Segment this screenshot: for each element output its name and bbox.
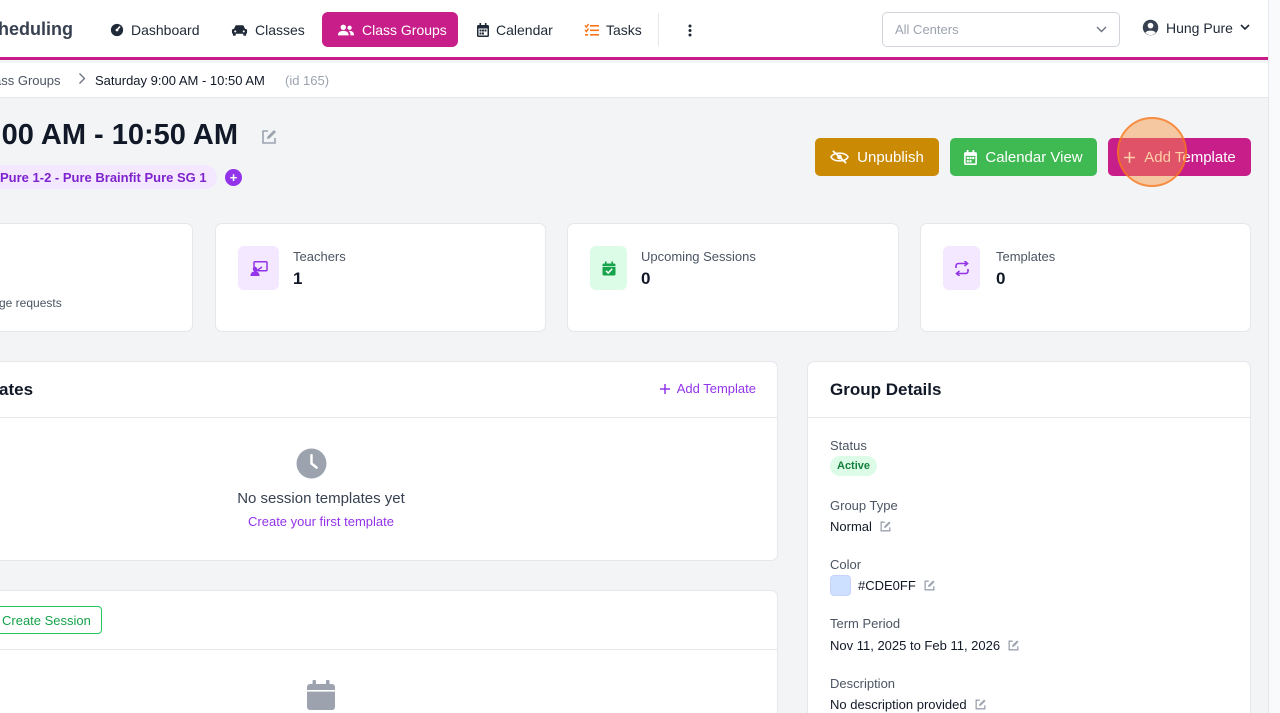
breadcrumb-current: Saturday 9:00 AM - 10:50 AM xyxy=(95,73,265,88)
sessions-panel: Create Session xyxy=(0,590,778,713)
nav-tasks[interactable]: Tasks xyxy=(574,12,652,47)
nav-calendar-label: Calendar xyxy=(496,21,553,38)
eye-slash-icon xyxy=(830,150,850,164)
color-value: #CDE0FF xyxy=(830,575,936,596)
nav-dashboard[interactable]: Dashboard xyxy=(100,12,210,47)
dashboard-icon xyxy=(110,23,124,36)
calendar-view-label: Calendar View xyxy=(985,148,1083,166)
stat-card-upcoming: Upcoming Sessions 0 xyxy=(567,223,899,332)
edit-icon[interactable] xyxy=(923,579,936,592)
templates-panel: ates Add Template No session templates y… xyxy=(0,361,778,561)
center-select-value: All Centers xyxy=(895,22,959,37)
plus-icon xyxy=(1124,151,1136,163)
nav-classes-label: Classes xyxy=(255,21,305,38)
group-type-label: Group Type xyxy=(830,498,898,513)
tasks-icon xyxy=(584,23,599,36)
breadcrumb: ass Groups Saturday 9:00 AM - 10:50 AM (… xyxy=(0,63,1268,98)
sessions-panel-header: Create Session xyxy=(0,591,777,650)
term-period-label: Term Period xyxy=(830,616,901,631)
car-icon xyxy=(231,24,248,36)
chevron-down-icon xyxy=(1096,26,1107,33)
create-session-button[interactable]: Create Session xyxy=(0,606,102,634)
empty-templates-text: No session templates yet xyxy=(237,490,405,507)
user-menu[interactable]: Hung Pure xyxy=(1142,19,1250,36)
unpublish-label: Unpublish xyxy=(857,148,924,166)
stat-card-templates: Templates 0 xyxy=(920,223,1251,332)
description-text: No description provided xyxy=(830,697,967,712)
nav-calendar[interactable]: Calendar xyxy=(467,12,563,47)
color-swatch[interactable] xyxy=(830,575,851,596)
user-name: Hung Pure xyxy=(1166,19,1233,36)
chevron-down-icon xyxy=(1240,24,1250,31)
plus-icon xyxy=(659,383,670,394)
edit-icon[interactable] xyxy=(1007,639,1020,652)
repeat-icon xyxy=(943,246,980,290)
stat-templates-label: Templates xyxy=(996,249,1056,264)
stat-card-requests: ge requests xyxy=(0,223,193,332)
top-navbar: heduling Dashboard Classes Class Groups … xyxy=(0,0,1268,60)
add-template-label: Add Template xyxy=(1144,148,1236,166)
unpublish-button[interactable]: Unpublish xyxy=(815,138,939,176)
add-template-button[interactable]: Add Template xyxy=(1108,138,1251,176)
color-label: Color xyxy=(830,557,862,572)
nav-tasks-label: Tasks xyxy=(606,21,642,38)
templates-panel-header: ates Add Template xyxy=(0,362,777,418)
group-type-text: Normal xyxy=(830,519,872,534)
calendar-icon xyxy=(477,22,489,37)
group-tag[interactable]: Pure 1-2 - Pure Brainfit Pure SG 1 xyxy=(0,165,217,189)
page-scrollbar[interactable] xyxy=(1268,0,1280,713)
page-title: :00 AM - 10:50 AM xyxy=(0,119,239,151)
term-period-text: Nov 11, 2025 to Feb 11, 2026 xyxy=(830,638,1001,653)
description-value: No description provided xyxy=(830,697,987,712)
description-label: Description xyxy=(830,676,896,691)
templates-panel-title: ates xyxy=(0,380,34,399)
group-type-value: Normal xyxy=(830,519,892,534)
breadcrumb-id: (id 165) xyxy=(285,73,330,88)
calendar-icon xyxy=(307,680,335,713)
status-badge: Active xyxy=(830,456,878,476)
add-tag-button[interactable]: + xyxy=(225,169,242,186)
calendar-check-icon xyxy=(590,246,627,290)
group-details-header: Group Details xyxy=(808,362,1250,418)
stat-upcoming-value: 0 xyxy=(641,269,651,288)
users-icon xyxy=(337,24,355,35)
breadcrumb-class-groups[interactable]: ass Groups xyxy=(0,73,60,88)
stat-card-teachers: Teachers 1 xyxy=(215,223,546,332)
stat-upcoming-label: Upcoming Sessions xyxy=(641,249,756,264)
app-brand[interactable]: heduling xyxy=(0,19,73,40)
stat-teachers-label: Teachers xyxy=(293,249,346,264)
user-circle-icon xyxy=(1142,19,1159,36)
term-period-value: Nov 11, 2025 to Feb 11, 2026 xyxy=(830,638,1020,653)
stat-templates-value: 0 xyxy=(996,269,1006,288)
chevron-right-icon xyxy=(78,72,86,88)
calendar-icon xyxy=(964,149,978,165)
edit-icon[interactable] xyxy=(879,520,892,533)
status-value: Active xyxy=(830,456,878,476)
stat-requests-sub: ge requests xyxy=(0,296,62,310)
more-options-icon[interactable] xyxy=(682,18,698,42)
edit-icon[interactable] xyxy=(260,128,278,151)
group-details-panel: Group Details Status Active Group Type N… xyxy=(807,361,1251,713)
status-label: Status xyxy=(830,438,867,453)
calendar-view-button[interactable]: Calendar View xyxy=(950,138,1097,176)
nav-class-groups[interactable]: Class Groups xyxy=(322,12,458,47)
edit-icon[interactable] xyxy=(974,698,987,711)
nav-dashboard-label: Dashboard xyxy=(131,21,200,38)
teacher-icon xyxy=(238,246,279,290)
create-first-template-link[interactable]: Create your first template xyxy=(1,514,641,529)
clock-icon xyxy=(296,448,327,484)
color-hex-text: #CDE0FF xyxy=(858,578,916,593)
nav-divider xyxy=(658,13,659,46)
add-template-link-label: Add Template xyxy=(676,381,756,396)
nav-classes[interactable]: Classes xyxy=(221,12,315,47)
group-details-title: Group Details xyxy=(830,380,942,399)
nav-class-groups-label: Class Groups xyxy=(362,21,447,38)
stat-teachers-value: 1 xyxy=(293,269,303,288)
add-template-link[interactable]: Add Template xyxy=(659,381,756,396)
center-select[interactable]: All Centers xyxy=(882,12,1120,47)
